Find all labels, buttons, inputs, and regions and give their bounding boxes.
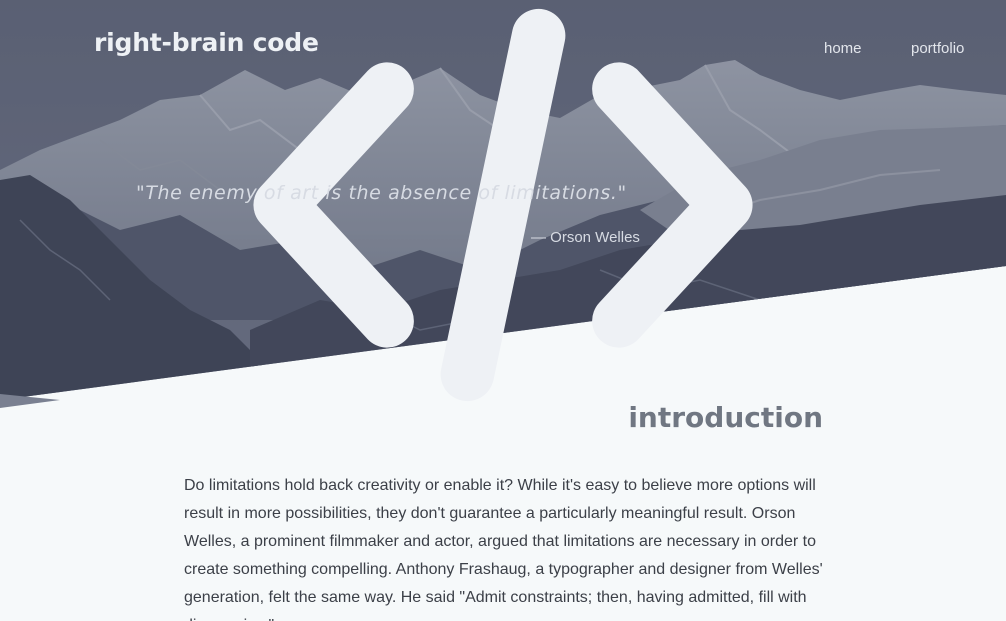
section-title: introduction	[628, 401, 823, 434]
intro-paragraph: Do limitations hold back creativity or e…	[184, 477, 823, 621]
code-brackets-icon[interactable]	[0, 0, 1006, 410]
nav-link-portfolio[interactable]: portfolio	[911, 40, 964, 57]
quote-attribution: — Orson Welles	[531, 229, 640, 246]
brand-name[interactable]: right-brain code	[94, 28, 319, 57]
hero-quote: "The enemy of art is the absence of limi…	[136, 182, 627, 204]
page: right-brain code home portfolio "The ene…	[0, 0, 1006, 621]
hero-banner: right-brain code home portfolio "The ene…	[0, 0, 1006, 410]
nav-link-home[interactable]: home	[824, 40, 862, 57]
